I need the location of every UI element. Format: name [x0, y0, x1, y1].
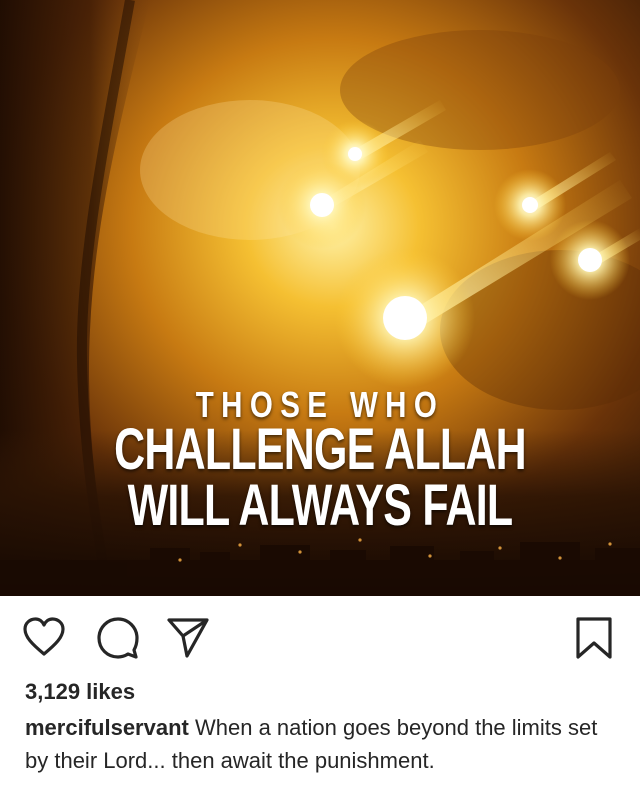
- like-button[interactable]: [22, 616, 66, 660]
- paper-plane-icon: [167, 618, 209, 658]
- heart-icon: [23, 617, 65, 656]
- caption-username[interactable]: mercifulservant: [25, 715, 189, 740]
- post-caption: mercifulservant When a nation goes beyon…: [25, 711, 625, 777]
- share-button[interactable]: [166, 616, 210, 660]
- save-button[interactable]: [574, 616, 618, 660]
- overlay-line-3: WILL ALWAYS FAIL: [127, 473, 514, 538]
- comment-icon: [97, 617, 139, 659]
- bookmark-icon: [576, 617, 612, 659]
- post-actions-bar: [0, 596, 640, 678]
- comment-button[interactable]: [96, 616, 140, 660]
- overlay-line-2: CHALLENGE ALLAH: [114, 417, 526, 482]
- post-image[interactable]: THOSE WHO CHALLENGE ALLAH WILL ALWAYS FA…: [0, 0, 640, 596]
- likes-count[interactable]: 3,129 likes: [25, 679, 135, 705]
